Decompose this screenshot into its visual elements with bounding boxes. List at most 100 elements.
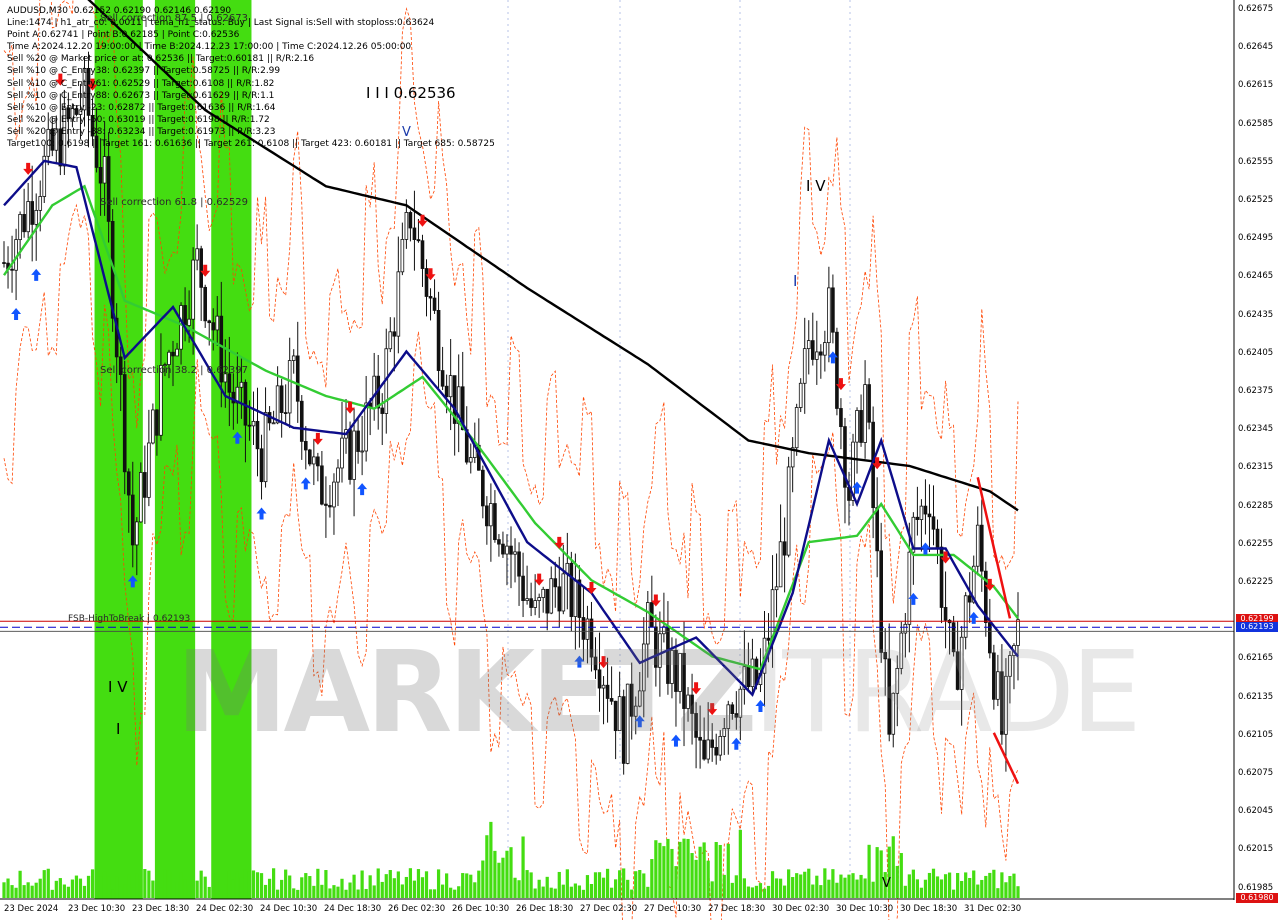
price-tick-label: 0.62015 [1238,844,1274,855]
candle-body [239,381,244,388]
volume-bar [960,880,964,898]
volume-bar [497,862,501,898]
candle-body [360,450,364,453]
volume-bar [10,885,14,898]
candle-body [549,578,554,614]
volume-bar [847,874,851,898]
volume-bar [111,889,115,898]
time-tick-label: 23 Dec 2024 [4,904,59,914]
volume-bar [332,885,336,898]
volume-bar [436,869,441,898]
volume-bar [597,872,602,898]
volume-bar [951,889,956,898]
candle-body [774,586,779,591]
info-line: Line:1474 | h1_atr_c0: 0.0011 | tema_h1_… [7,18,435,29]
volume-bar [734,875,738,898]
info-line: Time A:2024.12.20 19:00:00 | Time B:2024… [7,42,412,53]
volume-bar [211,873,215,898]
volume-bar [662,846,666,898]
time-tick-label: 26 Dec 18:30 [516,904,574,914]
volume-bar [529,872,533,898]
volume-bar [867,844,871,898]
candle-body [259,448,264,483]
volume-bar [581,889,586,898]
price-tick-label: 0.62105 [1238,729,1274,740]
volume-bar [147,870,151,898]
volume-bar [163,869,167,898]
volume-bar [175,881,179,898]
watermark-bold: MARKETZ [176,628,757,758]
volume-bar [505,850,509,898]
volume-bar [90,869,95,898]
volume-bar [396,871,400,898]
volume-bar [453,889,457,898]
candle-body [794,407,799,449]
volume-bar [328,888,332,898]
volume-bar [605,868,610,898]
candle-body [839,408,843,428]
volume-bar [976,884,980,898]
candle-body [493,503,497,541]
volume-bar [50,889,54,898]
candle-body [412,227,417,240]
candle-body [806,340,811,350]
candle-body [122,374,127,473]
volume-bar [74,875,79,898]
volume-bar [573,883,577,898]
volume-bar [843,877,847,898]
volume-bar [609,887,614,898]
volume-bar [308,876,312,898]
price-tick-label: 0.62375 [1238,386,1274,396]
volume-bar [485,835,489,898]
volume-bar [939,879,944,898]
volume-bar [823,868,827,898]
volume-bar [356,889,360,898]
time-tick-label: 24 Dec 10:30 [260,904,318,914]
candle-body [263,412,268,483]
candle-body [440,370,445,387]
volume-bar [758,883,763,898]
candle-body [537,597,541,601]
fib-label-sell-38: Sell correction 38.2 | 0.62397 [100,365,249,376]
candle-body [489,503,493,527]
volume-bar [481,860,485,898]
price-tick-label: 0.61985 [1238,882,1274,893]
volume-bar [34,882,38,898]
candle-body [171,351,175,357]
volume-bar [276,889,280,898]
volume-bar [891,836,895,898]
volume-bar [1008,875,1012,898]
volume-bar [1016,886,1020,898]
volume-bar [545,876,549,898]
volume-bar [82,885,87,898]
volume-bar [678,841,682,898]
info-line: AUDUSD,M30 0.62152 0.62190 0.62146 0.621… [7,6,232,16]
volume-bar [903,885,907,898]
wave-label-c: I I I 0.62536 [366,84,456,102]
time-tick-label: 23 Dec 18:30 [132,904,190,914]
volume-bar [251,870,256,898]
time-tick-label: 30 Dec 18:30 [900,904,958,914]
candle-body [303,441,308,451]
volume-bar [207,886,211,898]
volume-bar [875,847,879,898]
volume-bar [992,869,996,898]
info-line: Sell %20 @ Entry -50: 0.63019 || Target:… [7,114,270,125]
candle-body [444,385,449,398]
volume-bar [404,876,408,898]
volume-bar [795,873,799,898]
candle-body [283,412,288,414]
candle-body [34,209,39,225]
volume-bar [714,842,718,898]
volume-bar [449,887,453,898]
volume-bar [151,880,155,898]
candle-body [525,598,529,601]
volume-bar [815,875,819,898]
fsb-label: FSB-HighToBreak | 0.62193 [68,614,191,624]
volume-bar [626,879,630,898]
volume-bar [408,868,413,898]
volume-bar [219,889,223,898]
volume-bar [654,840,658,898]
candle-body [823,342,827,356]
candle-body [432,297,437,311]
